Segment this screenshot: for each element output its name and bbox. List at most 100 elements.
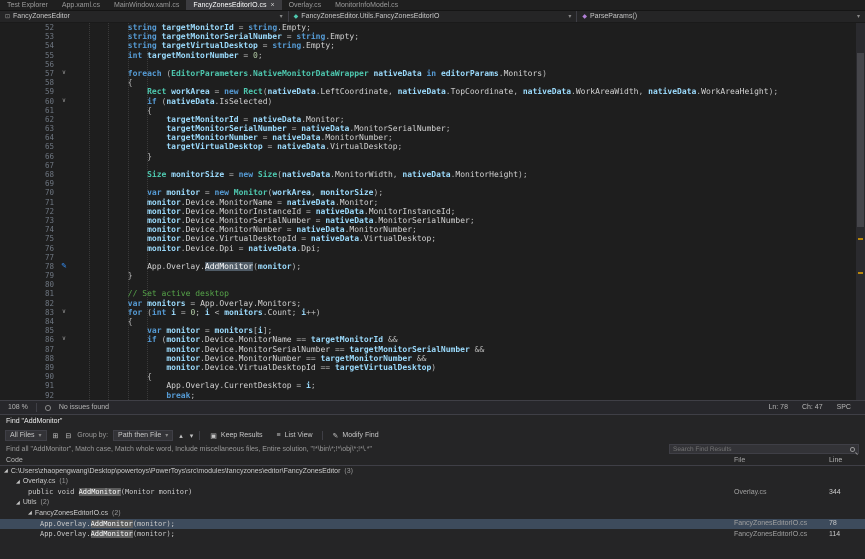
close-icon[interactable]: × xyxy=(270,0,274,11)
code-text[interactable]: monitor.Device.MonitorSerialNumber = nat… xyxy=(70,216,475,225)
line-number[interactable]: 78 xyxy=(0,262,58,271)
line-number[interactable]: 52 xyxy=(0,23,58,32)
code-line[interactable]: 79 } xyxy=(0,271,865,280)
result-row[interactable]: App.Overlay.AddMonitor(monitor);FancyZon… xyxy=(0,529,865,540)
line-number[interactable]: 70 xyxy=(0,188,58,197)
code-line[interactable]: 82 var monitors = App.Overlay.Monitors; xyxy=(0,299,865,308)
column-header-line[interactable]: Line xyxy=(829,457,859,464)
code-text[interactable]: if (nativeData.IsSelected) xyxy=(70,97,272,106)
code-line[interactable]: 70 var monitor = new Monitor(workArea, m… xyxy=(0,188,865,197)
code-line[interactable]: 86∨ if (monitor.Device.MonitorName == ta… xyxy=(0,335,865,344)
next-result-icon[interactable]: ▾ xyxy=(189,432,195,440)
code-line[interactable]: 83∨ for (int i = 0; i < monitors.Count; … xyxy=(0,308,865,317)
line-number[interactable]: 84 xyxy=(0,317,58,326)
code-text[interactable]: // Set active desktop xyxy=(70,289,229,298)
code-text[interactable]: App.Overlay.AddMonitor(monitor); xyxy=(70,262,301,271)
code-text[interactable]: string targetMonitorSerialNumber = strin… xyxy=(70,32,359,41)
code-text[interactable]: monitor.Device.MonitorName = nativeData.… xyxy=(70,198,378,207)
line-number[interactable]: 67 xyxy=(0,161,58,170)
tab-test-explorer[interactable]: Test Explorer xyxy=(0,0,55,10)
code-text[interactable]: monitor.Device.MonitorSerialNumber == ta… xyxy=(70,345,484,354)
code-line[interactable]: 52 string targetMonitorId = string.Empty… xyxy=(0,23,865,32)
code-line[interactable]: 85 var monitor = monitors[i]; xyxy=(0,326,865,335)
line-number[interactable]: 74 xyxy=(0,225,58,234)
code-line[interactable]: 80 xyxy=(0,280,865,289)
code-line[interactable]: 77 xyxy=(0,253,865,262)
tab-app-xaml-cs[interactable]: App.xaml.cs xyxy=(55,0,107,10)
code-line[interactable]: 87 monitor.Device.MonitorSerialNumber ==… xyxy=(0,345,865,354)
column-header-code[interactable]: Code xyxy=(6,457,734,464)
modify-find-button[interactable]: ✎ Modify Find xyxy=(328,430,383,441)
indent-indicator[interactable]: SPC xyxy=(837,404,851,411)
scope-dropdown[interactable]: All Files ▾ xyxy=(5,430,47,441)
line-number[interactable]: 77 xyxy=(0,253,58,262)
result-group-row[interactable]: ◢FancyZonesEditorIO.cs(2) xyxy=(0,508,865,519)
line-number[interactable]: 86 xyxy=(0,335,58,344)
code-text[interactable]: var monitors = App.Overlay.Monitors; xyxy=(70,299,301,308)
code-text[interactable]: monitor.Device.MonitorNumber == targetMo… xyxy=(70,354,426,363)
code-line[interactable]: 69 xyxy=(0,179,865,188)
result-group-row[interactable]: ◢Overlay.cs(1) xyxy=(0,477,865,488)
code-line[interactable]: 61 { xyxy=(0,106,865,115)
code-line[interactable]: 71 monitor.Device.MonitorName = nativeDa… xyxy=(0,198,865,207)
line-number[interactable]: 62 xyxy=(0,115,58,124)
code-line[interactable]: 76 monitor.Device.Dpi = nativeData.Dpi; xyxy=(0,244,865,253)
code-text[interactable]: } xyxy=(70,271,133,280)
result-group-row[interactable]: ◢Utils(2) xyxy=(0,498,865,509)
expander-icon[interactable]: ◢ xyxy=(4,468,8,474)
line-number[interactable]: 55 xyxy=(0,51,58,60)
tab-fancyzoneseditorio-cs[interactable]: FancyZonesEditorIO.cs× xyxy=(186,0,281,10)
code-line[interactable]: 62 targetMonitorId = nativeData.Monitor; xyxy=(0,115,865,124)
line-number[interactable]: 72 xyxy=(0,207,58,216)
code-text[interactable]: monitor.Device.VirtualDesktopId == targe… xyxy=(70,363,436,372)
line-number[interactable]: 85 xyxy=(0,326,58,335)
line-number[interactable]: 89 xyxy=(0,363,58,372)
line-number[interactable]: 64 xyxy=(0,133,58,142)
code-line[interactable]: 53 string targetMonitorSerialNumber = st… xyxy=(0,32,865,41)
fold-chevron-icon[interactable]: ∨ xyxy=(58,69,70,78)
search-input[interactable] xyxy=(673,446,847,453)
zoom-level[interactable]: 108 % xyxy=(8,404,28,411)
previous-result-icon[interactable]: ▴ xyxy=(178,432,184,440)
line-number[interactable]: 54 xyxy=(0,41,58,50)
code-line[interactable]: 60∨ if (nativeData.IsSelected) xyxy=(0,97,865,106)
code-line[interactable]: 63 targetMonitorSerialNumber = nativeDat… xyxy=(0,124,865,133)
code-text[interactable]: targetVirtualDesktop = nativeData.Virtua… xyxy=(70,142,402,151)
scrollbar-thumb[interactable] xyxy=(857,53,864,226)
code-editor[interactable]: 52 string targetMonitorId = string.Empty… xyxy=(0,23,865,400)
line-number[interactable]: 57 xyxy=(0,69,58,78)
code-line[interactable]: 54 string targetVirtualDesktop = string.… xyxy=(0,41,865,50)
search-find-results-box[interactable] xyxy=(669,444,859,454)
code-line[interactable]: 73 monitor.Device.MonitorSerialNumber = … xyxy=(0,216,865,225)
line-number[interactable]: 61 xyxy=(0,106,58,115)
code-line[interactable]: 74 monitor.Device.MonitorNumber = native… xyxy=(0,225,865,234)
edit-marker-icon[interactable]: ✎ xyxy=(58,262,70,271)
code-text[interactable]: App.Overlay.CurrentDesktop = i; xyxy=(70,381,316,390)
code-text[interactable]: targetMonitorSerialNumber = nativeData.M… xyxy=(70,124,451,133)
code-line[interactable]: 89 monitor.Device.VirtualDesktopId == ta… xyxy=(0,363,865,372)
code-line[interactable]: 81 // Set active desktop xyxy=(0,289,865,298)
line-number[interactable]: 90 xyxy=(0,372,58,381)
result-row[interactable]: App.Overlay.AddMonitor(monitor);FancyZon… xyxy=(0,519,865,530)
code-line[interactable]: 68 Size monitorSize = new Size(nativeDat… xyxy=(0,170,865,179)
line-number[interactable]: 68 xyxy=(0,170,58,179)
code-text[interactable]: monitor.Device.MonitorNumber = nativeDat… xyxy=(70,225,417,234)
line-number[interactable]: 80 xyxy=(0,280,58,289)
line-number[interactable]: 59 xyxy=(0,87,58,96)
code-line[interactable]: 88 monitor.Device.MonitorNumber == targe… xyxy=(0,354,865,363)
code-text[interactable]: } xyxy=(70,152,152,161)
code-line[interactable]: 91 App.Overlay.CurrentDesktop = i; xyxy=(0,381,865,390)
editor-scrollbar[interactable] xyxy=(856,23,865,400)
line-number[interactable]: 79 xyxy=(0,271,58,280)
line-number[interactable]: 60 xyxy=(0,97,58,106)
collapse-all-icon[interactable]: ⊟ xyxy=(64,432,72,440)
code-text[interactable]: break; xyxy=(70,391,195,400)
line-number[interactable]: 63 xyxy=(0,124,58,133)
code-line[interactable]: 56 xyxy=(0,60,865,69)
line-number[interactable]: 75 xyxy=(0,234,58,243)
column-indicator[interactable]: Ch: 47 xyxy=(802,404,823,411)
group-by-dropdown[interactable]: Path then File ▾ xyxy=(113,430,173,441)
code-text[interactable]: Size monitorSize = new Size(nativeData.M… xyxy=(70,170,528,179)
line-number[interactable]: 83 xyxy=(0,308,58,317)
fold-chevron-icon[interactable]: ∨ xyxy=(58,335,70,344)
